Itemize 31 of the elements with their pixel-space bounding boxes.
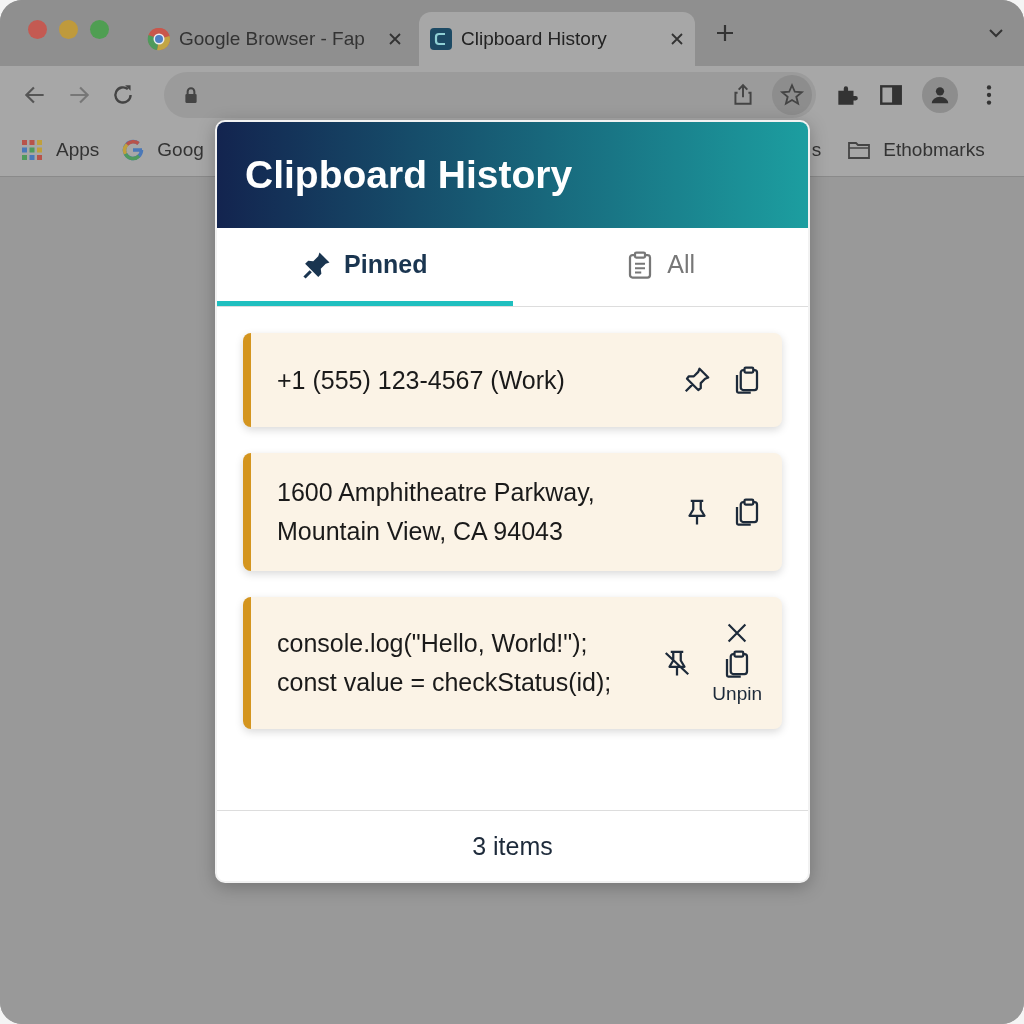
popup-title: Clipboard History [245,153,573,197]
profile-avatar[interactable] [922,77,958,113]
bookmark-star-button[interactable] [772,75,812,115]
g-logo-icon [121,138,146,162]
bookmark-item[interactable]: s [811,139,822,161]
tooltip-label: Unpin [712,683,762,705]
browser-tab[interactable]: Google Browser - Fap [137,12,413,66]
new-tab-icon[interactable] [715,23,735,43]
clipboard-text: 1600 Amphitheatre Parkway, Mountain View, CA 94043 [277,477,596,547]
item-count: 3 items [472,831,553,861]
close-icon[interactable] [669,31,685,47]
app-logo-icon [429,27,453,51]
grid-icon [20,138,44,162]
pin-icon[interactable] [682,365,712,395]
round-logo-icon [147,27,171,51]
clipboard-text: console.log("Hello, World!"); const value = checkStatus(id); [277,628,613,698]
sidebar-icon[interactable] [878,82,904,108]
star-icon [779,82,805,108]
browser-tab[interactable]: Clipboard History [419,12,695,66]
tab-title: Google Browser - Fap [179,28,366,50]
clipboard-card[interactable]: 1600 Amphitheatre Parkway, Mountain View, CA 94043 [243,453,782,571]
clipboard-card[interactable]: console.log("Hello, World!"); const value = checkStatus(id); Unpin [243,597,782,729]
popup-tab[interactable]: Pinned [217,228,513,306]
bookmark-item[interactable]: Goog [121,138,204,162]
bookmark-item[interactable]: Apps [20,138,100,162]
popup-tab[interactable]: All [512,228,808,306]
clipboard-card[interactable]: +1 (555) 123-4567 (Work) [243,333,782,427]
clipboard-text: +1 (555) 123-4567 (Work) [277,364,566,396]
tab-title: Clipboard History [461,28,608,50]
bookmark-folder[interactable]: Ethobmarks [847,138,985,162]
lock-icon [182,86,200,104]
